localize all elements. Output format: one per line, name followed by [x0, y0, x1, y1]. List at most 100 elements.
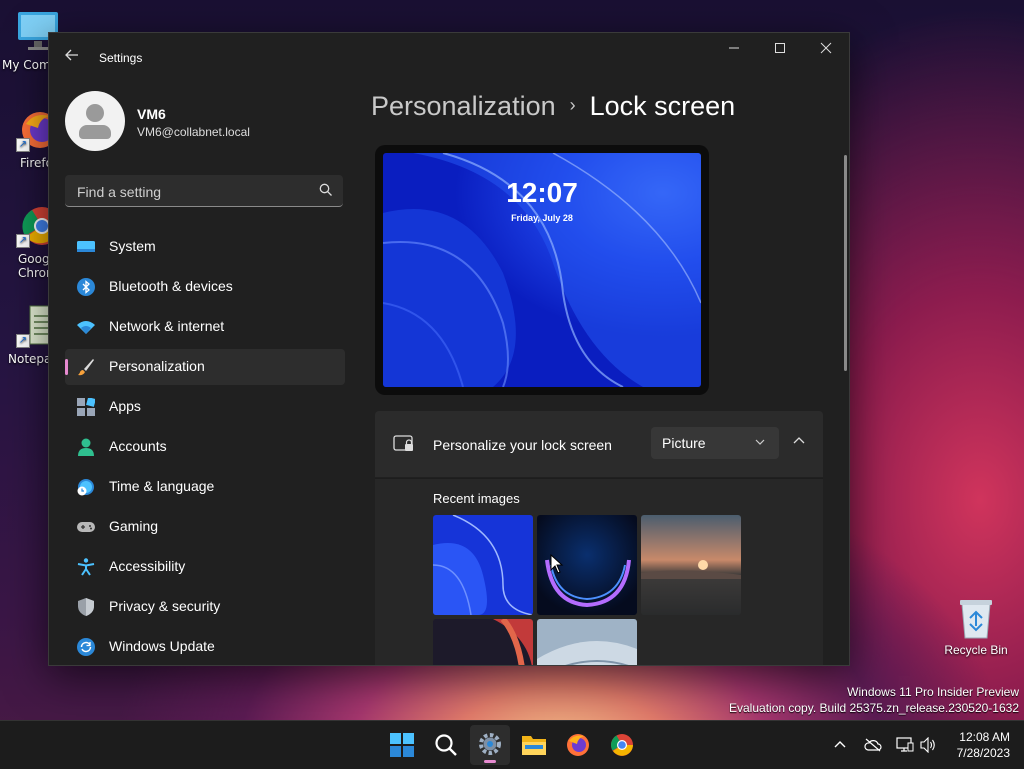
sidebar-item-privacy[interactable]: Privacy & security [65, 589, 345, 625]
chrome-icon [611, 734, 633, 756]
user-name: VM6 [137, 106, 166, 122]
taskbar-settings-button[interactable] [470, 725, 510, 765]
chevron-up-icon [793, 437, 805, 444]
brush-icon [78, 359, 94, 376]
page-title: Lock screen [589, 91, 736, 121]
sunset-lake-thumbnail [641, 515, 741, 615]
show-hidden-icons-chevron-up-icon[interactable] [834, 739, 846, 751]
content-scrollbar[interactable] [844, 155, 847, 371]
sidebar-item-system[interactable]: System [65, 229, 345, 265]
back-button[interactable] [61, 47, 83, 67]
recycle-bin-icon [960, 600, 992, 639]
start-button[interactable] [382, 725, 422, 765]
close-button[interactable] [803, 33, 849, 67]
avatar[interactable] [65, 91, 125, 151]
minimize-button[interactable] [711, 33, 757, 67]
recent-image-thumbnail[interactable] [433, 619, 533, 665]
lock-screen-background-dropdown[interactable]: Picture [651, 427, 779, 459]
onedrive-offline-icon[interactable] [864, 738, 882, 752]
update-icon [77, 638, 95, 656]
mouse-cursor-icon [550, 554, 564, 574]
shortcut-arrow-icon: ↗ [16, 334, 30, 348]
recent-image-thumbnail[interactable] [537, 619, 637, 665]
accounts-icon [78, 438, 94, 456]
wifi-icon [77, 321, 95, 334]
system-icon [77, 241, 95, 252]
avatar-body [79, 125, 111, 139]
active-indicator [484, 760, 496, 763]
desktop-icon-recycle-bin[interactable]: Recycle Bin [940, 596, 1012, 657]
sidebar-item-label: Time & language [109, 478, 215, 494]
sidebar-item-label: Network & internet [109, 318, 225, 334]
sidebar-nav: System Bluetooth & devices Network & int… [65, 229, 345, 665]
dropdown-value: Picture [662, 435, 706, 451]
recent-image-thumbnail[interactable] [641, 515, 741, 615]
shortcut-arrow-icon: ↗ [16, 138, 30, 152]
abstract-ribbons-thumbnail [433, 619, 533, 665]
sidebar-item-label: Accessibility [109, 558, 186, 574]
search-input[interactable] [75, 181, 309, 203]
sidebar-item-label: Accounts [109, 438, 167, 454]
maximize-icon [775, 43, 785, 53]
sidebar-item-bluetooth[interactable]: Bluetooth & devices [65, 269, 345, 305]
settings-icon [479, 733, 501, 755]
sidebar-item-label: Gaming [109, 518, 159, 534]
clock-time: 12:08 AM [959, 730, 1010, 744]
sidebar-item-time-language[interactable]: Time & language [65, 469, 345, 505]
preview-clock: 12:07 [506, 177, 578, 208]
sidebar-item-network[interactable]: Network & internet [65, 309, 345, 345]
network-icon[interactable] [896, 737, 914, 753]
taskbar-chrome-button[interactable] [602, 725, 642, 765]
bloom-blue-thumbnail [433, 515, 533, 615]
watermark-build: Evaluation copy. Build 25375.zn_release.… [729, 701, 1019, 715]
breadcrumb-parent-link[interactable]: Personalization [371, 91, 556, 121]
clock-date: 7/28/2023 [956, 746, 1010, 760]
taskbar-file-explorer-button[interactable] [514, 725, 554, 765]
system-tray [834, 721, 944, 769]
search-icon [319, 183, 332, 196]
shield-icon [78, 598, 94, 616]
file-explorer-icon [522, 736, 546, 755]
card-label: Personalize your lock screen [433, 437, 612, 453]
silver-waves-thumbnail [537, 619, 637, 665]
bluetooth-icon [77, 278, 95, 296]
sidebar-item-apps[interactable]: Apps [65, 389, 345, 425]
preview-date: Friday, July 28 [511, 213, 573, 223]
avatar-head [86, 104, 104, 122]
recent-image-thumbnail[interactable] [433, 515, 533, 615]
breadcrumb-separator: › [569, 95, 576, 115]
taskbar: 12:08 AM 7/28/2023 [0, 720, 1024, 769]
apps-icon [77, 398, 95, 416]
taskbar-firefox-button[interactable] [558, 725, 598, 765]
globe-clock-icon [77, 479, 94, 496]
sidebar-item-accessibility[interactable]: Accessibility [65, 549, 345, 585]
accessibility-icon [77, 558, 95, 576]
sidebar-item-gaming[interactable]: Gaming [65, 509, 345, 545]
firefox-icon [567, 734, 589, 756]
search-icon [435, 734, 457, 756]
taskbar-search-button[interactable] [426, 725, 466, 765]
breadcrumb: Personalization › Lock screen [371, 91, 735, 122]
collapse-button[interactable] [787, 431, 811, 455]
minimize-icon [729, 47, 739, 49]
sidebar-item-label: Bluetooth & devices [109, 278, 233, 294]
sidebar-item-label: Privacy & security [109, 598, 221, 614]
chevron-down-icon [755, 439, 765, 445]
title-bar: Settings [49, 33, 849, 81]
sidebar-item-windows-update[interactable]: Windows Update [65, 629, 345, 665]
taskbar-clock[interactable]: 12:08 AM 7/28/2023 [957, 729, 1010, 761]
personalize-lock-screen-card[interactable]: Personalize your lock screen Picture [375, 411, 823, 477]
maximize-button[interactable] [757, 33, 803, 67]
recycle-bin-label: Recycle Bin [944, 643, 1008, 657]
start-icon [390, 733, 414, 757]
recent-images-label: Recent images [433, 491, 520, 506]
user-email: VM6@collabnet.local [137, 125, 250, 139]
gamepad-icon [77, 522, 95, 532]
watermark-edition: Windows 11 Pro Insider Preview [847, 685, 1019, 699]
lock-screen-icon [393, 435, 413, 451]
sidebar-item-accounts[interactable]: Accounts [65, 429, 345, 465]
sidebar-item-label: Windows Update [109, 638, 215, 654]
find-setting-search[interactable] [65, 175, 343, 207]
sidebar-item-personalization[interactable]: Personalization [65, 349, 345, 385]
volume-icon[interactable] [920, 737, 936, 753]
